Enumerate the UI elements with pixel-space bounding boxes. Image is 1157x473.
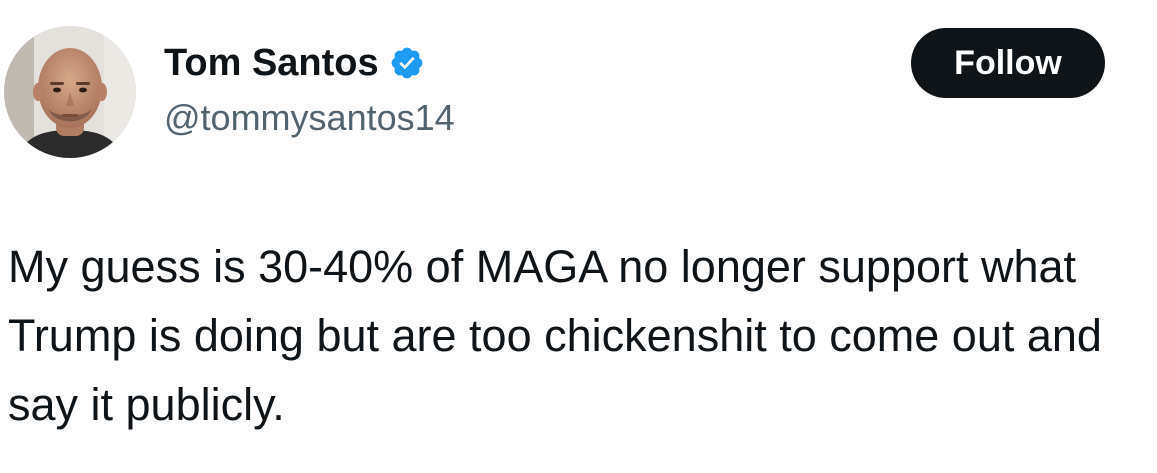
profile-photo-icon	[4, 26, 136, 158]
avatar[interactable]	[4, 26, 136, 158]
display-name[interactable]: Tom Santos	[164, 40, 379, 86]
user-handle[interactable]: @tommysantos14	[164, 96, 455, 140]
author-name-row: Tom Santos	[164, 40, 425, 86]
tweet-text: My guess is 30-40% of MAGA no longer sup…	[8, 241, 1102, 430]
verified-badge-icon[interactable]	[389, 45, 425, 81]
follow-button[interactable]: Follow	[911, 28, 1105, 98]
